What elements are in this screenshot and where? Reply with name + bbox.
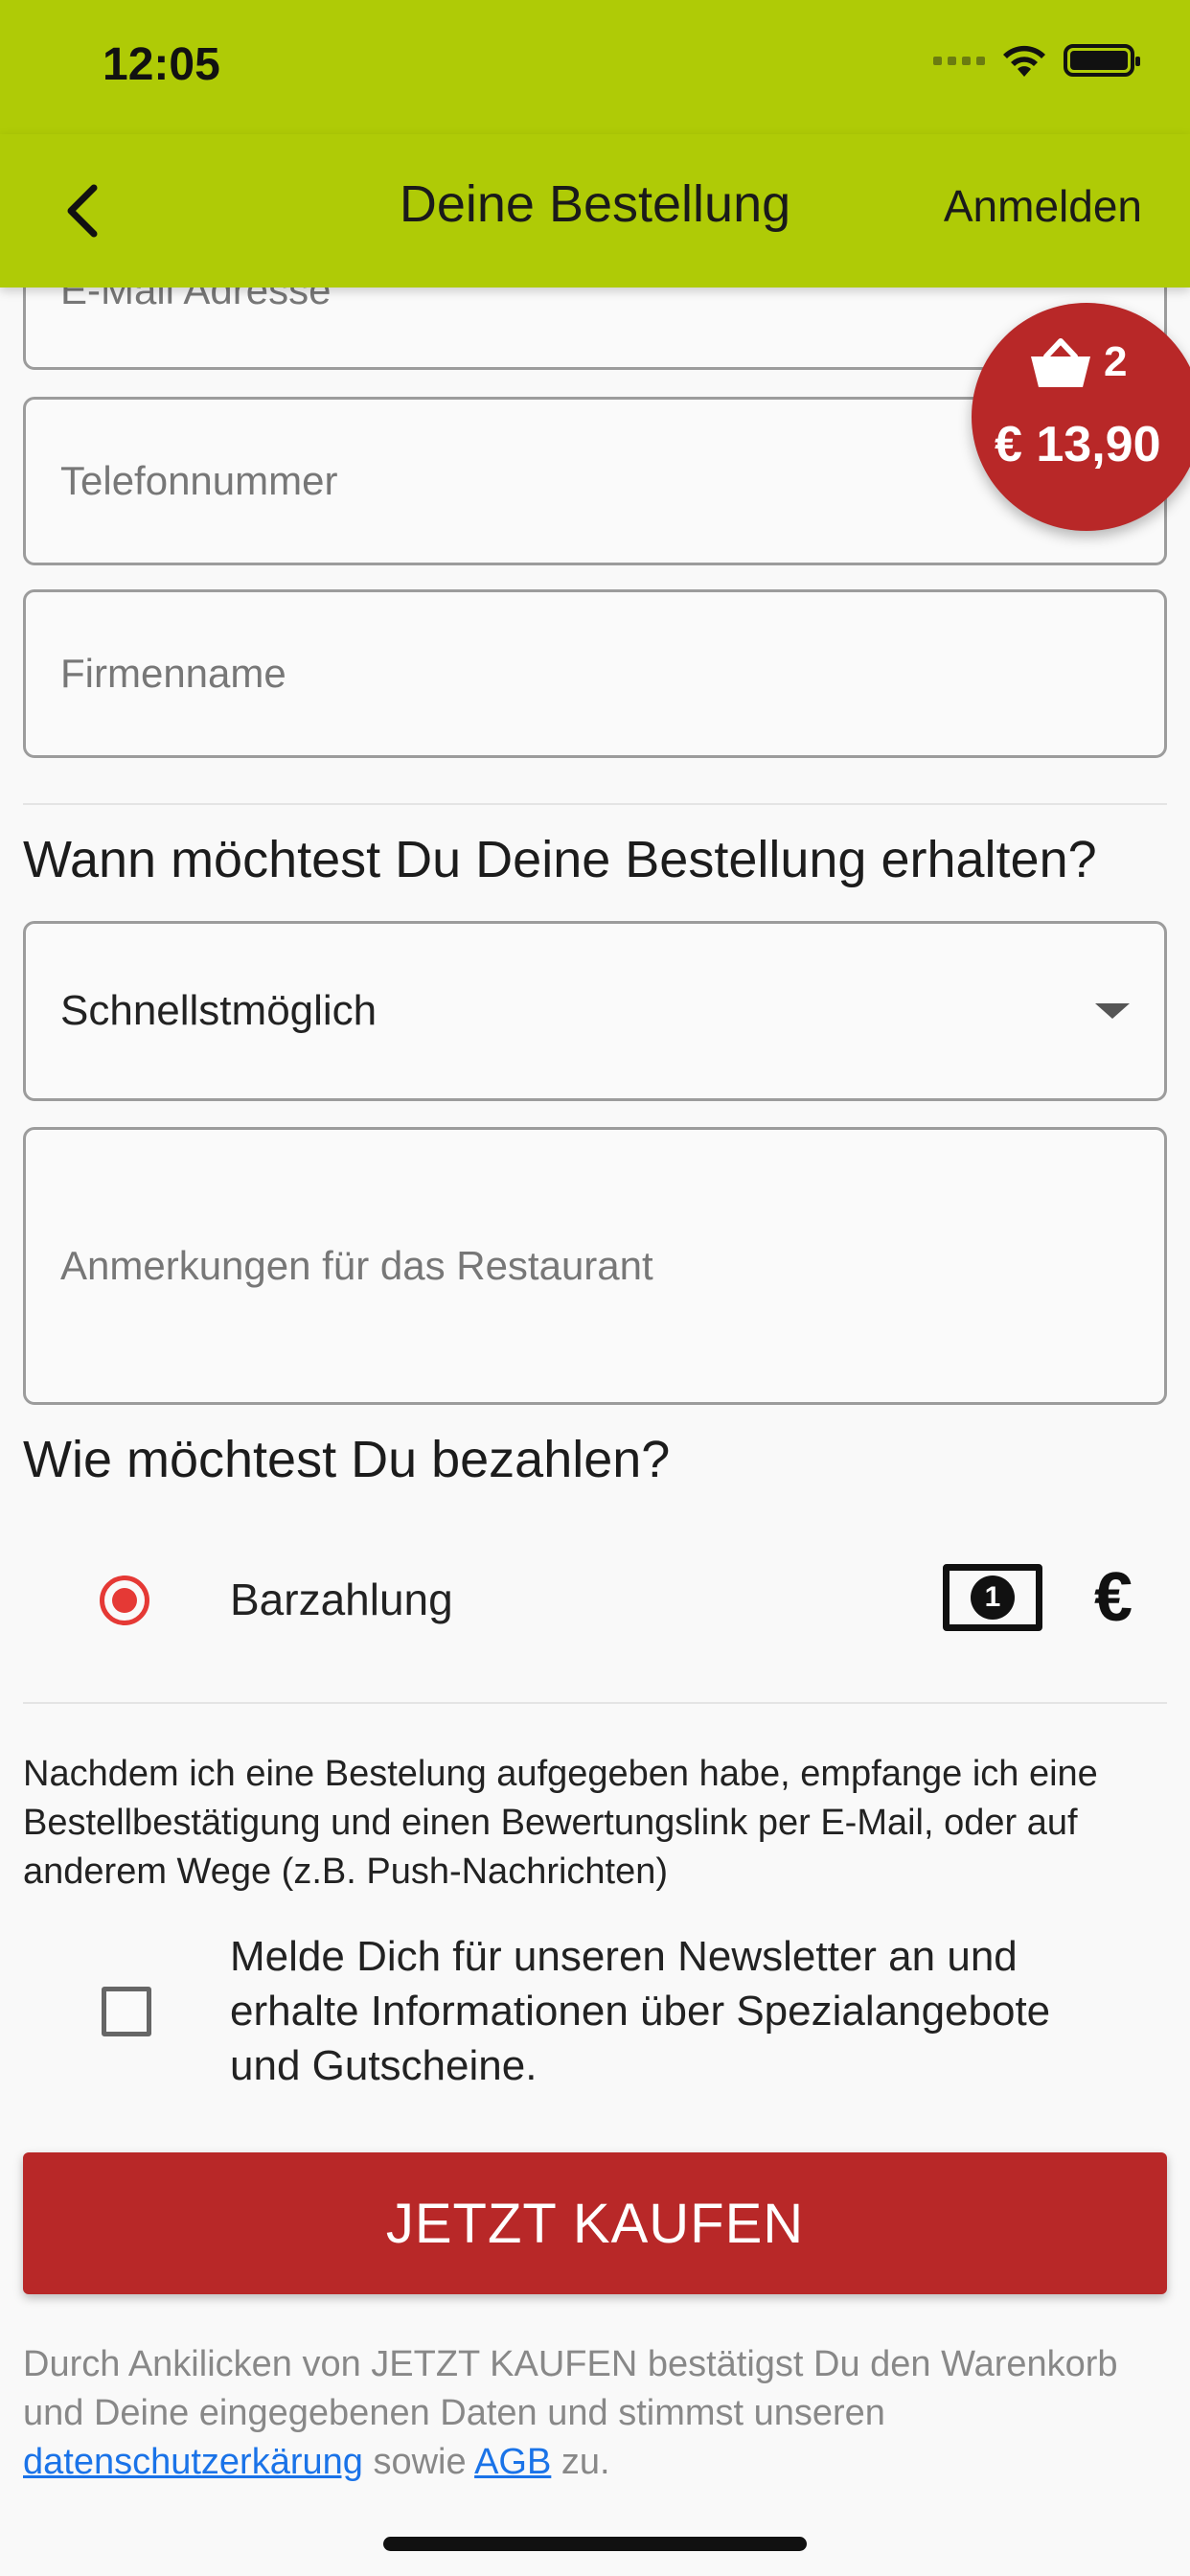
euro-icon: € xyxy=(1094,1559,1133,1636)
payment-heading: Wie möchtest Du bezahlen? xyxy=(23,1431,671,1488)
newsletter-checkbox[interactable] xyxy=(102,1987,151,2036)
order-info-text: Nachdem ich eine Bestelung aufgegeben ha… xyxy=(23,1754,1098,1892)
basket-icon xyxy=(1031,338,1090,387)
banknote-icon: 1 xyxy=(943,1564,1042,1631)
status-bar: 12:05 xyxy=(0,0,1190,134)
notes-textarea[interactable] xyxy=(60,1237,1130,1295)
legal-suffix: zu. xyxy=(551,2442,610,2482)
terms-link[interactable]: AGB xyxy=(474,2442,551,2482)
payment-divider xyxy=(23,1702,1167,1704)
legal-text: Durch Ankilicken von JETZT KAUFEN bestät… xyxy=(23,2340,1167,2487)
dropdown-caret-icon xyxy=(1095,1003,1130,1019)
phone-input[interactable] xyxy=(60,458,1130,504)
section-divider xyxy=(23,803,1167,805)
signal-icon xyxy=(933,56,985,65)
cart-badge[interactable]: 2 € 13,90 xyxy=(972,303,1190,531)
cart-total: € 13,90 xyxy=(995,417,1161,472)
status-icons xyxy=(933,42,1140,79)
buy-now-button[interactable]: JETZT KAUFEN xyxy=(23,2152,1167,2294)
delivery-time-heading: Wann möchtest Du Deine Bestellung erhalt… xyxy=(23,831,1097,888)
nav-bar: Deine Bestellung Anmelden xyxy=(0,134,1190,288)
delivery-time-select[interactable]: Schnellstmöglich xyxy=(23,921,1167,1101)
legal-prefix: Durch Ankilicken von JETZT KAUFEN bestät… xyxy=(23,2344,1118,2433)
radio-selected-dot xyxy=(112,1588,137,1613)
status-time: 12:05 xyxy=(103,39,220,90)
cart-count: 2 xyxy=(1104,338,1128,385)
battery-icon xyxy=(1064,44,1140,77)
notes-field[interactable] xyxy=(23,1127,1167,1405)
home-indicator[interactable] xyxy=(383,2537,807,2551)
delivery-time-value: Schnellstmöglich xyxy=(60,987,378,1034)
company-field[interactable] xyxy=(23,589,1167,758)
privacy-policy-link[interactable]: datenschutzerkärung xyxy=(23,2442,363,2482)
newsletter-label: Melde Dich für unseren Newsletter an und… xyxy=(230,1933,1051,2089)
company-input[interactable] xyxy=(60,651,1130,697)
login-button[interactable]: Anmelden xyxy=(944,180,1142,232)
payment-option-label: Barzahlung xyxy=(230,1575,453,1624)
payment-option-cash[interactable]: Barzahlung 1 € xyxy=(23,1524,1167,1677)
payment-radio[interactable] xyxy=(100,1576,149,1625)
wifi-icon xyxy=(1003,45,1045,77)
legal-middle: sowie xyxy=(362,2442,475,2482)
banknote-digit: 1 xyxy=(971,1576,1015,1620)
